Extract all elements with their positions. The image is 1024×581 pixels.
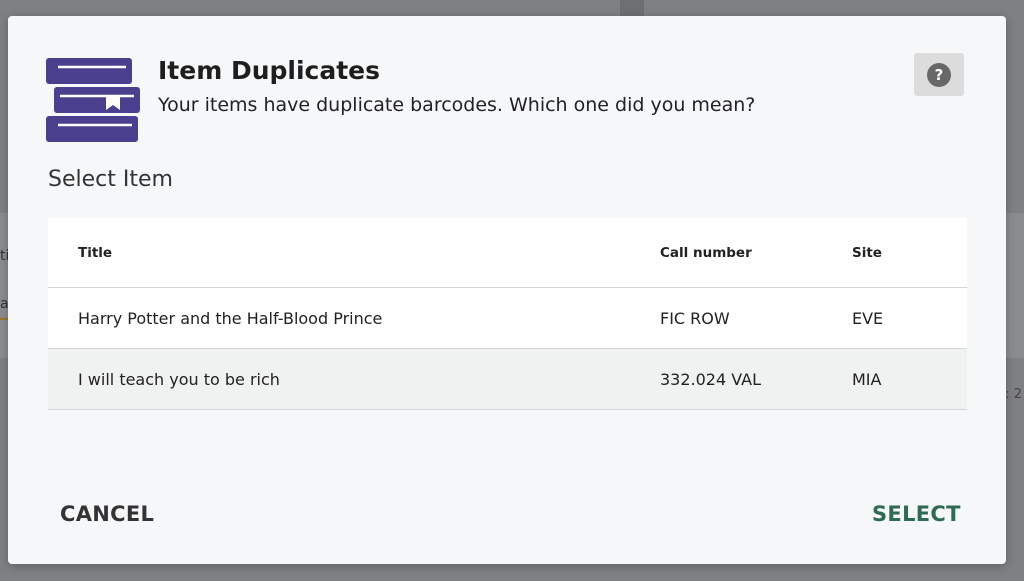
column-header-site: Site (852, 244, 882, 261)
question-mark-icon: ? (927, 62, 951, 87)
background-text: : 2 (1005, 387, 1022, 402)
item-duplicates-dialog: Item Duplicates Your items have duplicat… (8, 16, 1006, 564)
cell-title: Harry Potter and the Half-Blood Prince (78, 308, 383, 328)
select-button[interactable]: SELECT (872, 502, 961, 526)
cancel-button[interactable]: CANCEL (60, 502, 154, 526)
cell-site: EVE (852, 308, 884, 328)
cell-call-number: 332.024 VAL (660, 369, 762, 389)
cell-call-number: FIC ROW (660, 308, 730, 328)
table-row[interactable]: I will teach you to be rich 332.024 VAL … (48, 349, 967, 410)
items-table: Title Call number Site Harry Potter and … (48, 218, 967, 410)
help-button[interactable]: ? (914, 53, 964, 96)
table-header-row: Title Call number Site (48, 218, 967, 288)
dialog-subtitle: Your items have duplicate barcodes. Whic… (158, 94, 756, 116)
section-label: Select Item (48, 167, 173, 192)
column-header-call-number: Call number (660, 244, 752, 261)
dialog-title: Item Duplicates (158, 56, 381, 85)
cell-site: MIA (852, 369, 882, 389)
column-header-title: Title (78, 244, 113, 261)
background-block (620, 0, 644, 16)
cell-title: I will teach you to be rich (78, 369, 280, 389)
table-row[interactable]: Harry Potter and the Half-Blood Prince F… (48, 288, 967, 349)
books-stack-icon (46, 58, 140, 142)
